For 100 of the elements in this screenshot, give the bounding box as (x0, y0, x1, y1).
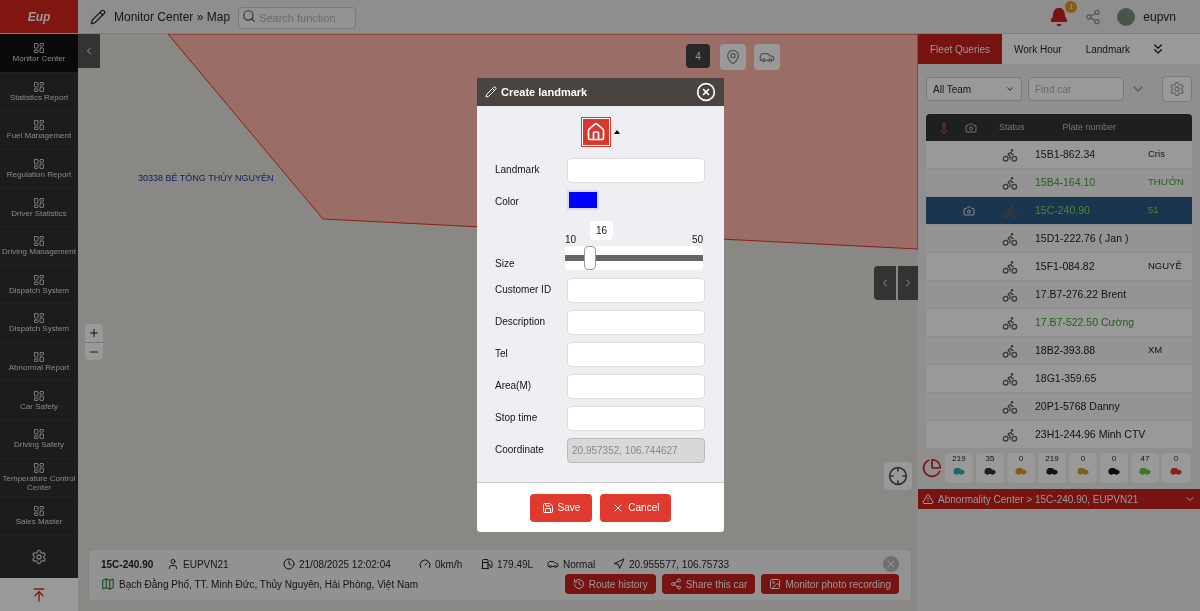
vehicle-row[interactable]: 17.B7-276.22 Brent (926, 281, 1192, 309)
location-arrow-icon (613, 558, 625, 570)
close-button[interactable] (696, 82, 716, 102)
size-slider[interactable] (565, 246, 703, 270)
caret-icon[interactable] (613, 130, 620, 134)
plate-number: 17.B7-276.22 Brent (1035, 286, 1128, 302)
plate-number: 23H1-244.96 Minh CTV (1035, 426, 1147, 442)
motorbike-icon (1002, 314, 1018, 331)
layer-count[interactable]: 4 (686, 44, 710, 68)
panel-tab[interactable]: Landmark (1073, 34, 1143, 64)
text-field[interactable] (567, 342, 705, 367)
motorbike-icon (1002, 398, 1018, 415)
sidebar-item[interactable]: Monitor Center (0, 34, 78, 73)
column-header: Status (999, 120, 1025, 134)
close-icon (885, 558, 897, 570)
menu-icon (33, 312, 45, 325)
notification-badge: 1 (1065, 0, 1078, 13)
timestamp: 21/08/2025 12:02:04 (299, 557, 392, 572)
vehicle-status: Normal (563, 557, 597, 572)
action-button[interactable]: Route history (564, 574, 656, 594)
status-counter[interactable]: 0 (1100, 453, 1128, 483)
plate-number: 15F1-084.82 (1035, 258, 1096, 274)
network-icon[interactable] (1085, 8, 1102, 25)
car-button[interactable] (754, 44, 780, 70)
fuel-icon (481, 558, 493, 570)
plate-number: 15B4-164.10 (1035, 174, 1097, 190)
house-icon (585, 122, 606, 142)
status-counter[interactable]: 47 (1131, 453, 1159, 483)
team-select[interactable]: All Team (926, 77, 1022, 101)
save-button[interactable]: Save (529, 493, 593, 522)
cancel-button[interactable]: Cancel (600, 493, 672, 522)
plate-number: 15B1-862.34 (1035, 146, 1097, 162)
plus-icon (88, 327, 100, 339)
panel-tab[interactable]: Work Hour (1002, 34, 1074, 64)
action-button[interactable]: Monitor photo recording (761, 574, 899, 594)
status-counter[interactable]: 0 (1007, 453, 1035, 483)
breadcrumb: Monitor Center » Map (114, 8, 231, 26)
menu-icon (33, 196, 45, 209)
status-counter[interactable]: 219 (945, 453, 973, 483)
bell-icon[interactable] (1049, 6, 1070, 27)
avatar[interactable] (1117, 7, 1136, 26)
color-swatch[interactable] (567, 190, 599, 210)
slider-max: 50 (691, 233, 703, 246)
settings-icon[interactable] (31, 548, 47, 565)
house-icon-picker[interactable] (581, 118, 610, 146)
status-counter[interactable]: 0 (1162, 453, 1190, 483)
motorbike-icon (1002, 342, 1018, 359)
plate-number: 15C-240.90 (101, 557, 155, 572)
plate-number: 17.B7-522.50 Cường (1035, 314, 1136, 330)
locate-button[interactable] (884, 462, 912, 490)
panel-tab[interactable]: Fleet Queries (918, 34, 1003, 64)
text-field[interactable] (567, 374, 705, 399)
column-header: Plate number (1062, 120, 1117, 134)
text-field[interactable] (567, 406, 705, 431)
motorbike-icon (1002, 230, 1018, 247)
status-counter[interactable]: 219 (1038, 453, 1066, 483)
camera-icon (965, 121, 977, 134)
history-icon (572, 578, 585, 590)
vehicle-row[interactable]: 20P1-5768 Danny (926, 393, 1192, 421)
motorbike-icon (1002, 146, 1018, 163)
landmark-label: 30338 BÊ TÔNG THỦY NGUYÊN (138, 172, 274, 185)
field-label: Landmark (495, 163, 541, 177)
dialog-title: Create landmark (501, 84, 588, 100)
settings-button[interactable] (1162, 76, 1192, 102)
table-cell: THƯỞN (1148, 175, 1184, 190)
text-field[interactable] (567, 310, 705, 335)
table-cell: Cris (1148, 147, 1165, 162)
speedometer-icon (419, 558, 431, 570)
scroll-top-icon[interactable] (31, 586, 47, 603)
abnormality-bar[interactable]: Abnormality Center > 15C-240.90, EUPVN21 (918, 489, 1200, 509)
text-field[interactable] (567, 278, 705, 303)
thermometer-icon (938, 121, 950, 134)
warning-icon (922, 493, 934, 505)
vehicle-row[interactable]: 18B2-393.88 XM (926, 337, 1192, 365)
panel-collapse-button[interactable] (874, 266, 896, 300)
status-counter[interactable]: 0 (1069, 453, 1097, 483)
coordinate-field: 20.957352, 106.744627 (567, 438, 705, 463)
field-label: Customer ID (495, 283, 553, 297)
vehicle-row[interactable]: 15D1-222.76 ( Jan ) (926, 225, 1192, 253)
menu-icon (33, 80, 45, 93)
text-field[interactable] (567, 158, 705, 183)
vehicle-row[interactable]: 15C-240.90 51 (926, 197, 1192, 225)
field-label: Area(M) (495, 379, 533, 393)
pie-chart-icon[interactable] (922, 458, 942, 478)
action-button[interactable]: Share this car (661, 574, 756, 594)
table-cell: NGUYỄ (1148, 259, 1182, 274)
menu-icon (33, 42, 45, 55)
motorbike-icon (1002, 174, 1018, 191)
motorbike-icon (1002, 370, 1018, 387)
plate-number: 20P1-5768 Danny (1035, 398, 1121, 414)
monitor-icon (90, 8, 106, 25)
user-name[interactable]: eupvn (1143, 7, 1176, 26)
plate-number: 18G1-359.65 (1035, 370, 1098, 386)
landmark-button[interactable] (720, 44, 746, 70)
status-counter[interactable]: 35 (976, 453, 1004, 483)
slider-thumb[interactable] (583, 246, 596, 270)
field-label: Description (495, 315, 547, 329)
field-label: Coordinate (495, 443, 545, 457)
menu-icon (33, 235, 45, 248)
address: Bạch Đằng Phố, TT. Minh Đức, Thủy Nguyên, Hải Phòng, Việt Nam (119, 577, 419, 592)
